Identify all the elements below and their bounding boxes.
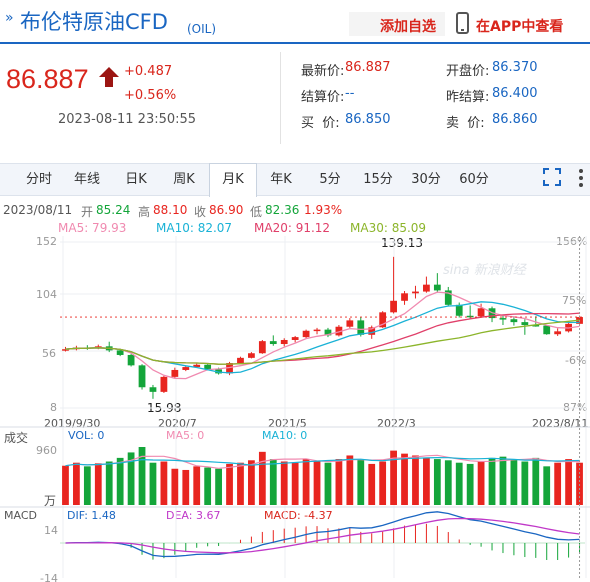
volume-bar	[280, 461, 288, 505]
candles	[62, 256, 583, 399]
candle-body	[521, 322, 529, 325]
candle-body	[499, 318, 507, 320]
volume-bar	[510, 459, 518, 505]
candle-body	[433, 284, 441, 291]
candle-body	[313, 329, 321, 332]
volume-bar	[160, 461, 168, 505]
volume-bar	[138, 447, 146, 505]
candle-body	[302, 330, 310, 338]
volume-bar	[532, 457, 540, 505]
candle-body	[291, 337, 299, 340]
kline-chart[interactable]	[0, 0, 590, 582]
volume-bar	[455, 462, 463, 505]
candle-body	[455, 304, 463, 316]
volume-bar	[248, 460, 255, 505]
volume-bar	[215, 468, 222, 505]
candle-body	[269, 341, 277, 345]
candle-body	[160, 376, 168, 392]
volume-bars	[62, 447, 583, 505]
volume-bar	[488, 457, 496, 505]
volume-bar	[401, 453, 408, 505]
volume-bar	[368, 463, 376, 505]
volume-bar	[237, 462, 244, 505]
candle-body	[390, 300, 397, 313]
volume-bar	[554, 462, 562, 505]
volume-bar	[444, 460, 452, 505]
candle-body	[554, 331, 562, 335]
candle-body	[138, 365, 146, 388]
volume-bar	[269, 459, 277, 505]
volume-bar	[149, 462, 157, 505]
volume-bar	[73, 462, 80, 505]
candle-body	[127, 354, 135, 366]
volume-bar	[379, 461, 387, 505]
candle-body	[346, 320, 354, 327]
candle-body	[182, 367, 190, 370]
volume-bar	[466, 463, 474, 505]
volume-bar	[412, 455, 419, 505]
volume-bar	[105, 461, 113, 505]
candle-body	[237, 357, 244, 364]
volume-bar	[346, 455, 354, 505]
volume-bar	[182, 469, 190, 505]
volume-bar	[116, 457, 124, 505]
candle-body	[477, 308, 485, 317]
macd-histogram	[75, 523, 581, 561]
volume-bar	[226, 463, 233, 505]
volume-bar	[62, 465, 69, 505]
volume-bar	[499, 456, 507, 505]
candle-body	[149, 387, 157, 392]
volume-bar	[477, 461, 485, 505]
volume-bar	[94, 463, 102, 505]
volume-bar	[204, 467, 212, 505]
volume-bar	[357, 459, 365, 505]
volume-bar	[335, 459, 343, 505]
volume-bar	[258, 451, 266, 505]
volume-bar	[433, 459, 441, 505]
volume-bar	[521, 461, 529, 505]
volume-bar	[543, 466, 551, 505]
candle-body	[116, 350, 124, 355]
volume-bar	[171, 468, 179, 505]
volume-bar	[302, 459, 310, 505]
volume-bar	[324, 462, 332, 505]
macd-lines	[65, 511, 580, 558]
candle-body	[401, 293, 408, 301]
volume-bar	[313, 461, 321, 505]
macd-dea-line	[65, 517, 580, 554]
volume-bar	[83, 466, 91, 505]
candle-body	[423, 284, 430, 292]
candle-body	[357, 320, 365, 335]
macd-dif-line	[65, 511, 580, 558]
volume-bar	[291, 462, 299, 505]
candle-body	[543, 325, 551, 335]
candle-body	[171, 369, 179, 377]
volume-bar	[565, 459, 572, 505]
candle-body	[412, 291, 419, 294]
volume-bar	[423, 457, 430, 505]
volume-bar	[193, 466, 201, 505]
candle-body	[280, 339, 288, 345]
candle-body	[258, 341, 266, 354]
candle-body	[248, 353, 255, 358]
candle-body	[510, 319, 518, 323]
